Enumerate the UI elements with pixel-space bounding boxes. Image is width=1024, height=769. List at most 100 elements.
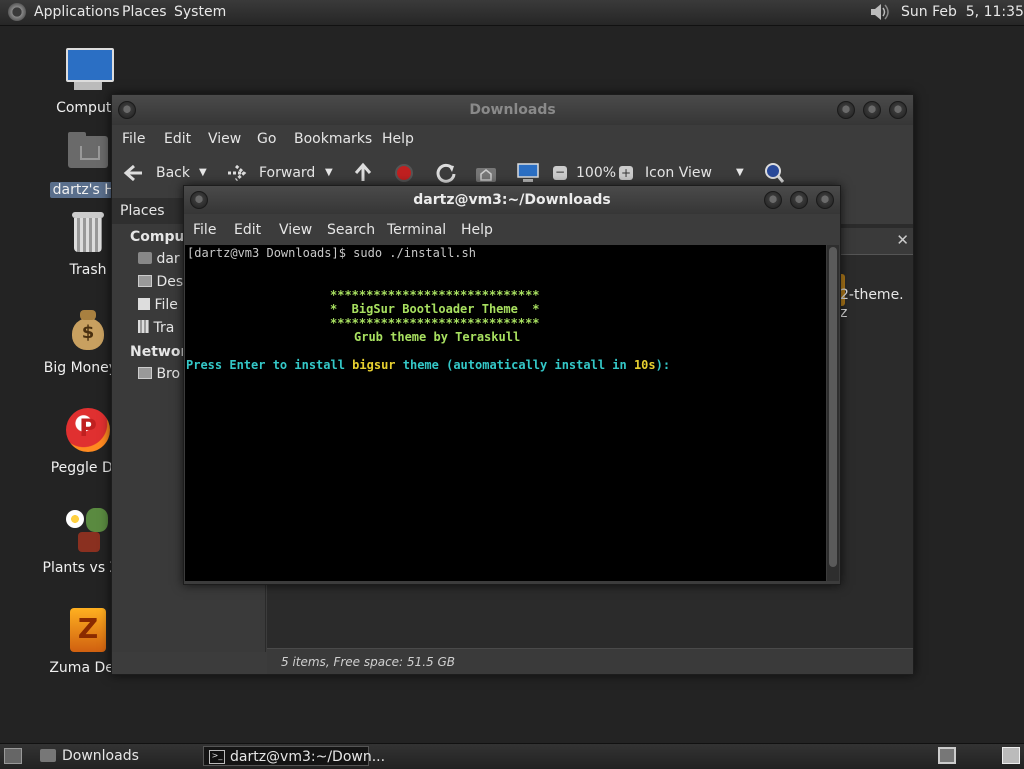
terminal-title: dartz@vm3:~/Downloads [413,192,611,208]
terminal-menubar: File Edit View Search Terminal Help [184,222,840,242]
window-title: Downloads [469,102,556,118]
money-bag-icon: $ [64,306,112,354]
window-menu-button[interactable] [118,101,136,119]
back-arrow-icon[interactable] [122,163,144,183]
stop-icon[interactable] [395,164,413,182]
menu-bookmarks[interactable]: Bookmarks [294,131,372,147]
install-prompt-middle: theme (automatically install in [395,358,634,372]
zoom-in-icon[interactable]: + [619,166,633,180]
sidebar-item-filesystem[interactable]: File [138,297,178,313]
desktop-icon [138,275,152,287]
terminal-prompt-line: [dartz@vm3 Downloads]$ sudo ./install.sh [187,246,476,260]
taskbar-item-downloads[interactable]: Downloads [36,746,198,766]
menu-edit[interactable]: Edit [164,131,191,147]
back-history-dropdown-icon[interactable]: ▼ [199,167,207,178]
network-icon [138,367,152,379]
install-prompt-theme: bigsur [352,358,396,372]
home-icon [138,252,152,264]
computer-icon [64,46,114,94]
forward-history-dropdown-icon[interactable]: ▼ [325,167,333,178]
close-button[interactable] [889,101,907,119]
terminal-screen[interactable]: [dartz@vm3 Downloads]$ sudo ./install.sh… [185,245,826,581]
forward-button[interactable]: Forward [259,165,315,181]
filesystem-icon [138,298,150,310]
sidebar-section-computer[interactable]: Comput [130,229,191,245]
banner-stars-top: ***************************** [330,288,540,302]
terminal-scrollbar[interactable] [827,245,839,581]
terminal-window: dartz@vm3:~/Downloads File Edit View Sea… [183,185,841,585]
scrollbar-thumb[interactable] [829,247,837,567]
back-button[interactable]: Back [156,165,190,181]
file-manager-titlebar[interactable]: Downloads [112,95,913,125]
computer-icon[interactable] [516,162,540,184]
menu-help[interactable]: Help [461,222,493,238]
banner-stars-bottom: ***************************** [330,316,540,330]
menu-view[interactable]: View [208,131,241,147]
close-button[interactable] [816,191,834,209]
sidebar-item-desktop[interactable]: Des [138,274,183,290]
system-menu[interactable]: System [174,4,226,20]
places-menu[interactable]: Places [122,4,167,20]
banner-credit: Grub theme by Teraskull [354,330,521,344]
window-menu-button[interactable] [190,191,208,209]
trash-icon [64,208,112,256]
top-panel: Applications Places System Sun Feb 5, 11… [0,0,1024,26]
install-prompt-line: Press Enter to install bigsur theme (aut… [186,358,670,372]
forward-arrow-icon[interactable] [226,163,248,183]
sidebar-item-label: Des [156,274,184,290]
search-icon[interactable] [763,161,785,185]
terminal-titlebar[interactable]: dartz@vm3:~/Downloads [184,186,840,214]
taskbar-item-terminal[interactable]: >_ dartz@vm3:~/Down... [203,746,385,766]
taskbar-item-label: dartz@vm3:~/Down... [230,749,386,765]
up-arrow-icon[interactable] [353,162,373,184]
maximize-button[interactable] [790,191,808,209]
sidebar-item-browse-network[interactable]: Bro [138,366,180,382]
show-desktop-icon[interactable] [4,748,22,764]
menu-view[interactable]: View [279,222,312,238]
menu-help[interactable]: Help [382,131,414,147]
reload-icon[interactable] [435,162,457,184]
maximize-button[interactable] [863,101,881,119]
plants-vs-zombies-icon [64,506,112,554]
workspace-switcher-icon[interactable] [938,747,956,764]
install-prompt-seconds: 10s [633,358,656,372]
menu-file[interactable]: File [193,222,216,238]
applications-menu[interactable]: Applications [34,4,120,20]
minimize-button[interactable] [764,191,782,209]
close-location-icon[interactable]: ✕ [896,231,909,249]
taskbar-item-label: Downloads [62,748,139,764]
clock[interactable]: Sun Feb 5, 11:35 AM [901,4,1024,20]
sidebar-item-home[interactable]: dar [138,251,180,267]
sidebar-item-label: File [154,297,178,313]
sidebar-item-trash[interactable]: Tra [138,320,174,336]
status-bar: 5 items, Free space: 51.5 GB [267,648,913,674]
banner-title: * BigSur Bootloader Theme * [330,302,540,316]
distro-logo-icon[interactable] [8,3,26,21]
zoom-out-icon[interactable]: − [553,166,567,180]
minimize-button[interactable] [837,101,855,119]
menu-edit[interactable]: Edit [234,222,261,238]
menu-file[interactable]: File [122,131,145,147]
file-name-partial[interactable]: 2-theme. [840,287,904,303]
file-manager-menubar: File Edit View Go Bookmarks Help [112,131,913,151]
zuma-icon: Z [64,606,112,654]
menu-terminal[interactable]: Terminal [387,222,446,238]
sidebar-item-label: dar [156,251,180,267]
home-icon[interactable] [474,162,498,184]
view-mode-select[interactable]: Icon View [645,165,712,181]
sidebar-item-label: Tra [153,320,175,336]
terminal-icon: >_ [209,750,225,764]
trash-icon [138,320,149,333]
sidebar-item-label: Bro [156,366,181,382]
trash-applet-icon[interactable] [1002,747,1020,764]
view-mode-dropdown-icon[interactable]: ▼ [736,167,744,178]
install-prompt-prefix: Press Enter to install [186,358,353,372]
volume-icon[interactable] [868,2,890,22]
install-prompt-suffix: ): [655,358,671,372]
folder-icon [40,749,56,762]
home-folder-icon [64,128,112,176]
menu-search[interactable]: Search [327,222,375,238]
peggle-icon: P [64,406,112,454]
menu-go[interactable]: Go [257,131,276,147]
bottom-panel: Downloads >_ dartz@vm3:~/Down... [0,743,1024,769]
